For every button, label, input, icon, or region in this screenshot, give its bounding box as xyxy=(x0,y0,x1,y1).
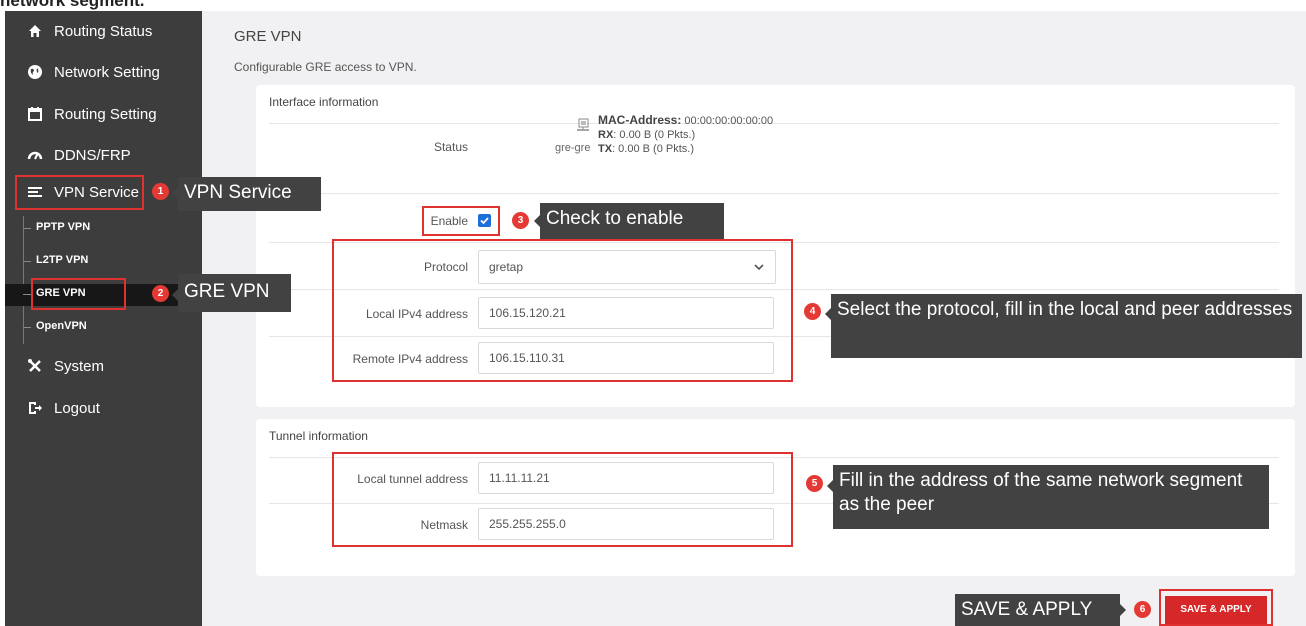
highlight-enable xyxy=(422,206,500,236)
step-badge-3: 3 xyxy=(512,212,529,229)
sidebar-item-label: System xyxy=(54,358,105,375)
callout-protocol-addresses: Select the protocol, fill in the local a… xyxy=(831,294,1302,358)
page-description: Configurable GRE access to VPN. xyxy=(234,60,417,74)
card-title: Tunnel information xyxy=(269,429,368,443)
sidebar-item-ddns-frp[interactable]: DDNS/FRP xyxy=(5,141,202,171)
sidebar-subitem-pptp-vpn[interactable]: PPTP VPN xyxy=(5,218,202,240)
mac-key: MAC-Address: xyxy=(598,113,682,127)
callout-pointer xyxy=(1120,604,1126,616)
step-badge-4: 4 xyxy=(804,303,821,320)
sidebar-item-label: Logout xyxy=(54,400,100,417)
sidebar-item-routing-status[interactable]: Routing Status xyxy=(5,17,202,47)
sidebar-item-label: Routing Setting xyxy=(54,106,157,123)
device-name: gre-gre xyxy=(555,142,591,154)
step-badge-5: 5 xyxy=(806,475,823,492)
sidebar-subitem-openvpn[interactable]: OpenVPN xyxy=(5,317,202,339)
home-icon xyxy=(29,25,41,37)
tx-value: : 0.00 B (0 Pkts.) xyxy=(612,143,694,155)
sidebar-item-system[interactable]: System xyxy=(5,352,202,382)
sidebar: Routing Status Network Setting Routing S… xyxy=(5,11,202,626)
step-badge-2: 2 xyxy=(152,285,169,302)
sidebar-item-label: Routing Status xyxy=(54,23,153,40)
page-title: GRE VPN xyxy=(234,28,302,45)
callout-gre-vpn: GRE VPN xyxy=(178,274,291,312)
callout-check-enable: Check to enable xyxy=(540,203,724,239)
callout-vpn-service: VPN Service xyxy=(178,177,321,211)
mac-value: 00:00:00:00:00:00 xyxy=(684,115,774,127)
sidebar-item-network-setting[interactable]: Network Setting xyxy=(5,58,202,88)
sidebar-subitem-l2tp-vpn[interactable]: L2TP VPN xyxy=(5,251,202,273)
sidebar-item-logout[interactable]: Logout xyxy=(5,394,202,424)
subitem-label: OpenVPN xyxy=(36,320,87,332)
calendar-icon xyxy=(28,107,42,121)
status-details: MAC-Address: 00:00:00:00:00:00 RX: 0.00 … xyxy=(598,113,773,156)
tools-icon xyxy=(28,359,41,372)
sidebar-item-routing-setting[interactable]: Routing Setting xyxy=(5,100,202,130)
sidebar-item-label: DDNS/FRP xyxy=(54,147,131,164)
card-title: Interface information xyxy=(269,95,379,109)
subitem-label: L2TP VPN xyxy=(36,254,89,266)
rx-key: RX xyxy=(598,129,614,141)
globe-icon xyxy=(28,65,42,79)
subitem-label: PPTP VPN xyxy=(36,221,91,233)
network-device-icon xyxy=(577,118,589,131)
tx-key: TX xyxy=(598,143,613,155)
highlight-vpn-service xyxy=(15,175,144,210)
highlight-save-apply xyxy=(1159,589,1273,626)
callout-save-apply: SAVE & APPLY xyxy=(955,594,1120,626)
step-badge-6: 6 xyxy=(1134,601,1151,618)
callout-tunnel-address: Fill in the address of the same network … xyxy=(833,465,1269,529)
status-label: Status xyxy=(433,140,468,154)
step-badge-1: 1 xyxy=(152,183,169,200)
rx-value: : 0.00 B (0 Pkts.) xyxy=(613,129,696,141)
highlight-tunnel xyxy=(332,452,793,547)
highlight-gre-vpn xyxy=(31,278,126,310)
highlight-addresses xyxy=(332,239,793,382)
logout-icon xyxy=(29,402,42,414)
gauge-icon xyxy=(27,151,43,160)
sidebar-item-label: Network Setting xyxy=(54,64,160,81)
document-heading: network segment. xyxy=(0,0,145,10)
